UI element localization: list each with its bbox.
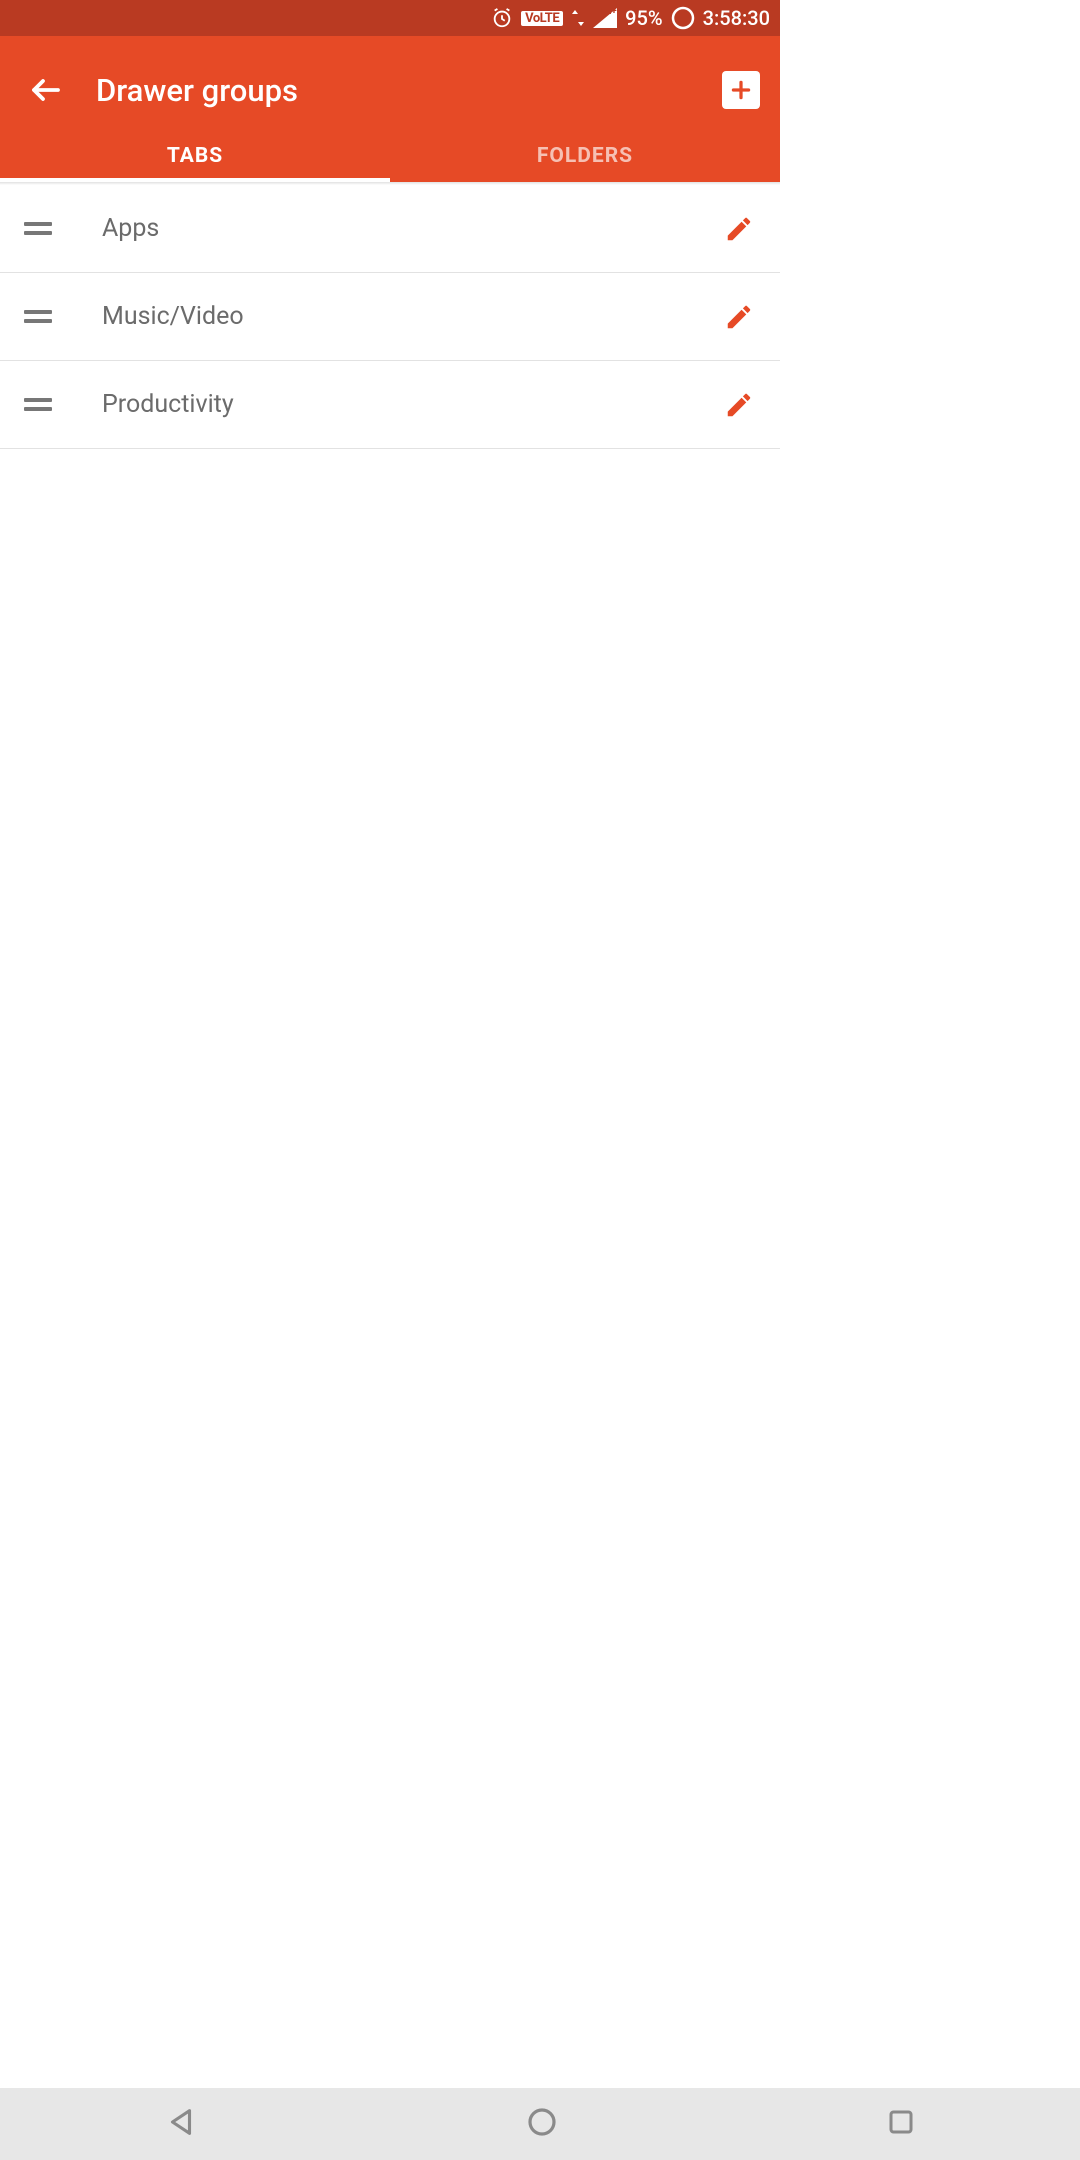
drag-handle-icon[interactable]: [24, 310, 52, 323]
item-label: Apps: [102, 214, 722, 243]
system-nav-bar: [0, 2088, 1080, 2160]
alarm-icon: [491, 7, 513, 29]
tab-label: FOLDERS: [537, 144, 633, 168]
tab-folders[interactable]: FOLDERS: [390, 130, 780, 182]
nav-back-button[interactable]: [164, 2105, 198, 2143]
edit-button[interactable]: [722, 388, 756, 422]
item-label: Productivity: [102, 390, 722, 419]
drag-handle-icon[interactable]: [24, 398, 52, 411]
status-bar: VoLTE LTE+ 95% 3:58:30: [0, 0, 780, 36]
clock-text: 3:58:30: [703, 6, 770, 30]
edit-button[interactable]: [722, 300, 756, 334]
list-item[interactable]: Music/Video: [0, 273, 780, 361]
signal-icon: LTE+: [593, 8, 617, 28]
page-title: Drawer groups: [96, 72, 722, 109]
data-arrows-icon: [571, 8, 585, 28]
battery-circle-icon: [671, 6, 695, 30]
add-button[interactable]: [722, 71, 760, 109]
nav-recent-button[interactable]: [886, 2107, 916, 2141]
battery-text: 95%: [625, 6, 662, 30]
item-label: Music/Video: [102, 302, 722, 331]
tab-bar: TABS FOLDERS: [0, 130, 780, 182]
tab-tabs[interactable]: TABS: [0, 130, 390, 182]
list-item[interactable]: Apps: [0, 185, 780, 273]
volte-badge: VoLTE: [521, 11, 563, 26]
back-button[interactable]: [24, 68, 68, 112]
app-bar: Drawer groups TABS FOLDERS: [0, 36, 780, 182]
edit-button[interactable]: [722, 212, 756, 246]
lte-label: LTE+: [595, 6, 617, 17]
items-list: Apps Music/Video Productivity: [0, 185, 780, 449]
drag-handle-icon[interactable]: [24, 222, 52, 235]
list-item[interactable]: Productivity: [0, 361, 780, 449]
nav-home-button[interactable]: [526, 2106, 558, 2142]
tab-label: TABS: [167, 144, 223, 168]
